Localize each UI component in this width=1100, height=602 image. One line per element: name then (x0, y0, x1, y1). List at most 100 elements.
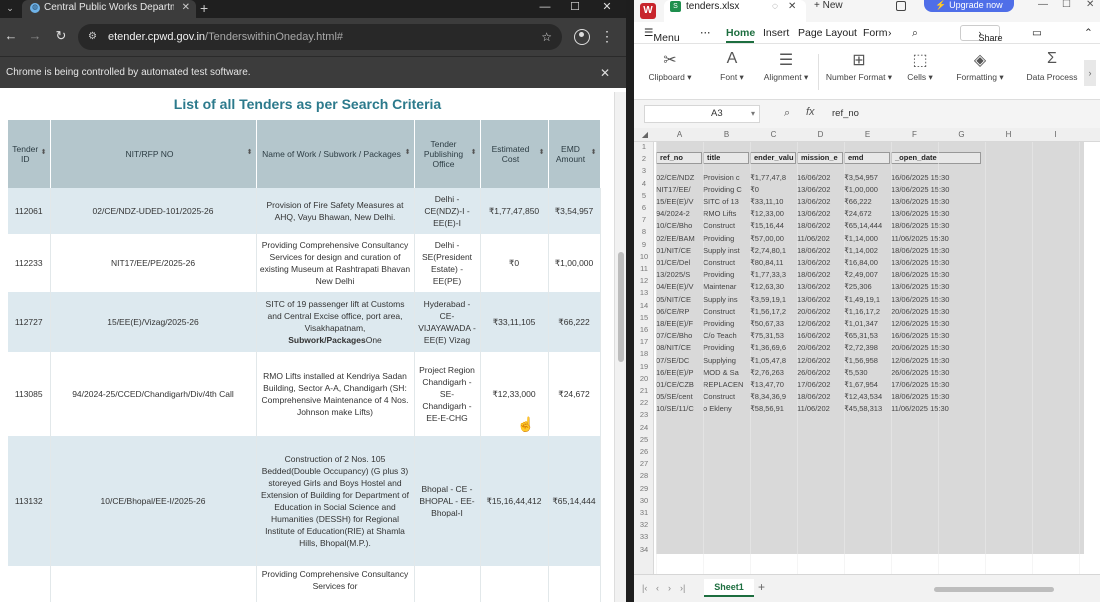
sheet-cell[interactable]: 02/CE/NDZ (656, 173, 702, 182)
sheet-cell[interactable]: Providing (703, 343, 749, 352)
table-row[interactable]: 113085 94/2024-25/CCED/Chandigarh/Div/4t… (8, 352, 601, 436)
fx-icon[interactable]: fx (806, 106, 815, 118)
sheet-cell[interactable]: 18/06/2025 15:30 (891, 270, 981, 279)
sheet-cell[interactable]: ₹3,59,19,1 (750, 295, 796, 304)
sheet-cell[interactable]: 05/SE/cent (656, 392, 702, 401)
close-window-button[interactable]: ✕ (1086, 0, 1094, 10)
search-icon[interactable]: ⌕ (912, 27, 918, 40)
new-tab-button[interactable]: + (200, 0, 208, 16)
row-number[interactable]: 10 (634, 252, 654, 261)
sheet1-tab[interactable]: Sheet1 (704, 579, 754, 597)
row-number[interactable]: 8 (634, 227, 654, 236)
sheet-cell[interactable]: ₹12,63,30 (750, 282, 796, 291)
sheet-cell[interactable]: mission_e (797, 151, 843, 164)
row-number[interactable]: 30 (634, 496, 654, 505)
row-number[interactable]: 7 (634, 215, 654, 224)
sheet-cell[interactable]: Supplying (703, 356, 749, 365)
new-tab-button[interactable]: + New (814, 0, 843, 12)
sheet-cell[interactable]: ₹1,00,000 (844, 185, 890, 194)
sheet-cell[interactable]: 18/06/202 (797, 270, 843, 279)
sheet-cell[interactable]: RMO Lifts (703, 209, 749, 218)
sheet-cell[interactable]: 06/CE/RP (656, 307, 702, 316)
sheet-cell[interactable]: Supply ins (703, 295, 749, 304)
sheet-cell[interactable]: Construct (703, 307, 749, 316)
site-info-icon[interactable]: ⚙ (88, 24, 97, 50)
sheet-cell[interactable]: 10/SE/11/C (656, 404, 702, 413)
forward-button[interactable]: → (26, 28, 44, 44)
row-number[interactable]: 20 (634, 374, 654, 383)
row-number[interactable]: 2 (634, 154, 654, 163)
sheet-data-row[interactable]: 18/EE(E)/F Providing ₹50,67,33 12/06/202 ₹1,… (656, 319, 1084, 331)
sheet-cell[interactable]: 12/06/2025 15:30 (891, 319, 981, 328)
sheet-cell[interactable]: ₹57,00,00 (750, 234, 796, 243)
sheet-cell[interactable]: 07/SE/DC (656, 356, 702, 365)
sheet-cell[interactable]: 01/CE/CZB (656, 380, 702, 389)
sheet-cell[interactable]: ₹1,56,17,2 (750, 307, 796, 316)
row-number[interactable]: 9 (634, 240, 654, 249)
sheet-data-row[interactable]: 04/EE(E)/V Maintenar ₹12,63,30 13/06/202 ₹25… (656, 282, 1084, 294)
col-header-estimated-cost[interactable]: Estimated Cost ⬍ (480, 120, 549, 188)
tenders-xlsx-tab[interactable]: S tenders.xlsx ◌ ✕ (664, 0, 806, 22)
browser-tab-cpwd[interactable]: ◍ Central Public Works Departme ✕ (22, 0, 196, 18)
share-button[interactable]: Share › (960, 25, 1003, 43)
sheet-cell[interactable]: _open_date (891, 151, 981, 164)
sheet-cell[interactable]: ₹45,58,313 (844, 404, 890, 413)
col-header-nit[interactable]: NIT/RFP NO ⬍ (50, 120, 257, 188)
collapse-ribbon-icon[interactable]: ⌃ (1084, 27, 1093, 39)
sheet-cell[interactable]: ₹2,49,007 (844, 270, 890, 279)
sheet-cell[interactable]: MOD & Sa (703, 368, 749, 377)
row-number[interactable]: 11 (634, 264, 654, 273)
sheet-cell[interactable]: 12/06/202 (797, 356, 843, 365)
sheet-cell[interactable]: 12/06/2025 15:30 (891, 356, 981, 365)
sheet-cell[interactable]: 20/06/2025 15:30 (891, 307, 981, 316)
row-number[interactable]: 14 (634, 301, 654, 310)
sheet-cell[interactable]: ₹12,33,00 (750, 209, 796, 218)
table-row[interactable]: 112061 02/CE/NDZ-UDED-101/2025-26 Provis… (8, 188, 601, 234)
sheet-cell[interactable]: 16/06/2025 15:30 (891, 331, 981, 340)
close-window-button[interactable]: ✕ (592, 0, 622, 14)
sheet-cell[interactable]: C/o Teach (703, 331, 749, 340)
sheet-data-row[interactable]: 01/CE/Del Construct ₹80,84,11 13/06/202 ₹16,… (656, 258, 1084, 270)
sheet-cell[interactable]: 16/06/2025 15:30 (891, 173, 981, 182)
sheet-cell[interactable]: ₹75,31,53 (750, 331, 796, 340)
sheet-cell[interactable]: 18/06/2025 15:30 (891, 246, 981, 255)
sheet-data-row[interactable]: 16/EE(E)/P MOD & Sa ₹2,76,263 26/06/202 ₹5,5… (656, 368, 1084, 380)
row-number[interactable]: 27 (634, 459, 654, 468)
comment-icon[interactable]: ▭ (1032, 27, 1042, 39)
sheet-cell[interactable]: ₹80,84,11 (750, 258, 796, 267)
minimize-button[interactable]: — (1038, 0, 1048, 10)
first-sheet-icon[interactable]: |‹ (642, 583, 647, 593)
sheet-cell[interactable]: Providing (703, 234, 749, 243)
sheet-data-row[interactable]: 07/SE/DC Supplying ₹1,05,47,8 12/06/202 ₹1,5… (656, 356, 1084, 368)
more-icon[interactable]: ⋯ (700, 27, 711, 39)
sheet-data-row[interactable]: 94/2024-2 RMO Lifts ₹12,33,00 13/06/202 ₹24,… (656, 209, 1084, 221)
clipboard-group[interactable]: ✂ Clipboard ▾ (640, 50, 700, 83)
sheet-cell[interactable]: ₹13,47,70 (750, 380, 796, 389)
sheet-cell[interactable]: ₹24,672 (844, 209, 890, 218)
row-number[interactable]: 4 (634, 179, 654, 188)
sheet-data-row[interactable]: 13/2025/S Providing ₹1,77,33,3 18/06/202 ₹2,… (656, 270, 1084, 282)
col-header-emd-amount[interactable]: EMD Amount ⬍ (548, 120, 601, 188)
tab-formulas[interactable]: Form (863, 27, 888, 39)
table-row[interactable]: 112233 NIT17/EE/PE/2025-26 Providing Com… (8, 234, 601, 292)
row-number[interactable]: 21 (634, 386, 654, 395)
sheet-cell[interactable]: 18/06/202 (797, 392, 843, 401)
sheet-data-row[interactable]: 01/CE/CZB REPLACEN ₹13,47,70 17/06/202 ₹1,67… (656, 380, 1084, 392)
sheet-cell[interactable]: o Ekleny (703, 404, 749, 413)
sheet-cell[interactable]: 13/2025/S (656, 270, 702, 279)
sheet-cell[interactable]: ₹25,306 (844, 282, 890, 291)
sheet-cell[interactable]: 11/06/202 (797, 404, 843, 413)
sheet-cell[interactable]: 13/06/2025 15:30 (891, 185, 981, 194)
row-number[interactable]: 13 (634, 288, 654, 297)
sheet-cell[interactable]: 18/06/2025 15:30 (891, 221, 981, 230)
tab-page-layout[interactable]: Page Layout (798, 27, 857, 39)
sheet-cell[interactable]: Provision c (703, 173, 749, 182)
sheet-cell[interactable]: 13/06/202 (797, 185, 843, 194)
sheet-cell[interactable]: ₹1,77,47,8 (750, 173, 796, 182)
sheet-cell[interactable]: ₹15,16,44 (750, 221, 796, 230)
sheet-cell[interactable]: Providing (703, 319, 749, 328)
sheet-header-row[interactable]: ref_no title ender_valu mission_e emd _open_d… (656, 151, 1084, 164)
sheet-cell[interactable]: 18/06/202 (797, 246, 843, 255)
sheet-cell[interactable]: SITC of 13 (703, 197, 749, 206)
row-number[interactable]: 33 (634, 532, 654, 541)
